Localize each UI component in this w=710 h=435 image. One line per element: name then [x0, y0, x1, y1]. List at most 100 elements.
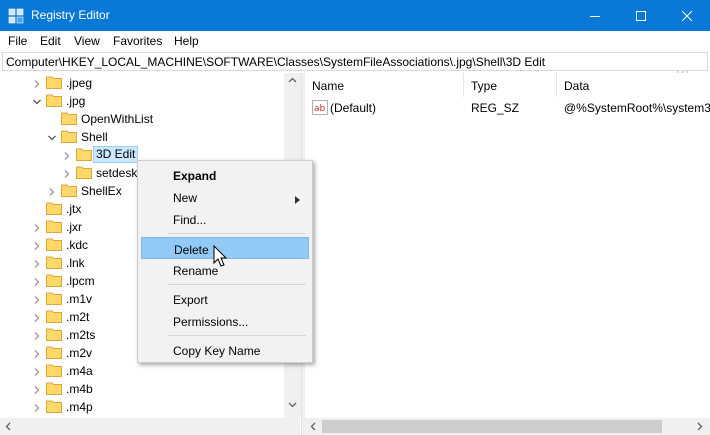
chevron-down-icon[interactable]: [32, 96, 42, 106]
scroll-down-icon[interactable]: [288, 402, 297, 408]
folder-icon: [61, 184, 77, 197]
scroll-up-icon[interactable]: [288, 77, 297, 83]
folder-icon: [46, 256, 62, 269]
scroll-left-icon[interactable]: [310, 422, 316, 431]
column-header-name[interactable]: Name: [305, 73, 464, 97]
chevron-right-icon[interactable]: [32, 366, 42, 376]
address-bar[interactable]: Computer\HKEY_LOCAL_MACHINE\SOFTWARE\Cla…: [2, 52, 708, 71]
chevron-right-icon[interactable]: [32, 78, 42, 88]
chevron-right-icon[interactable]: [32, 402, 42, 412]
folder-icon: [46, 274, 62, 287]
chevron-down-icon[interactable]: [47, 132, 57, 142]
tree-item[interactable]: .jpeg: [0, 74, 290, 92]
tree-item[interactable]: .m4a: [0, 362, 290, 380]
tree-item-label: .jpg: [66, 94, 86, 108]
chevron-right-icon[interactable]: [32, 258, 42, 268]
menu-item-label: Delete: [174, 243, 209, 257]
string-value-icon: ab: [312, 100, 328, 115]
chevron-right-icon[interactable]: [62, 168, 72, 178]
folder-icon: [46, 94, 62, 107]
folder-icon: [46, 400, 62, 413]
values-list: Name Type Data ab (Default) REG_SZ @%Sys…: [305, 73, 710, 418]
close-button[interactable]: [664, 0, 710, 31]
menu-item-label: Copy Key Name: [173, 344, 261, 358]
tree-item-label: .m4p: [66, 400, 93, 414]
list-horizontal-scrollbar[interactable]: [305, 418, 710, 435]
maximize-button[interactable]: [618, 0, 664, 31]
scroll-right-icon[interactable]: [697, 422, 703, 431]
tree-item[interactable]: .m4p: [0, 398, 290, 416]
chevron-right-icon[interactable]: [32, 276, 42, 286]
folder-icon: [61, 130, 77, 143]
tree-item[interactable]: Shell: [0, 128, 290, 146]
tree-item-label: .jpeg: [66, 76, 93, 90]
tree-item-label: .jxr: [66, 220, 82, 234]
menu-file[interactable]: File: [8, 34, 27, 48]
menu-help[interactable]: Help: [174, 34, 199, 48]
folder-icon: [46, 76, 62, 89]
tree-item-label: .m4b: [66, 382, 93, 396]
menu-separator: [168, 284, 306, 285]
menu-item-label: Expand: [173, 169, 217, 183]
chevron-right-icon[interactable]: [32, 330, 42, 340]
scroll-thumb[interactable]: [322, 420, 662, 433]
tree-horizontal-scrollbar[interactable]: [0, 418, 300, 435]
tree-item-label: .lnk: [66, 256, 85, 270]
menu-item-find[interactable]: Find...: [141, 208, 309, 230]
svg-text:ab: ab: [314, 104, 326, 114]
chevron-right-icon[interactable]: [32, 384, 42, 394]
folder-icon: [46, 220, 62, 233]
minimize-icon: [590, 15, 600, 17]
value-row[interactable]: ab (Default) REG_SZ @%SystemRoot%\system…: [305, 98, 710, 118]
menu-item-new[interactable]: New: [141, 186, 309, 208]
folder-icon: [46, 328, 62, 341]
regedit-app-icon: [8, 8, 24, 24]
menu-separator: [168, 233, 306, 234]
tree-item[interactable]: .m4b: [0, 380, 290, 398]
menu-item-copy-key-name[interactable]: Copy Key Name: [141, 339, 309, 361]
folder-icon: [76, 166, 92, 179]
tree-item-label: 3D Edit: [93, 146, 139, 163]
tree-item-label: .m2v: [66, 346, 93, 360]
menu-item-label: Find...: [173, 213, 207, 227]
chevron-right-icon[interactable]: [62, 150, 72, 160]
maximize-icon: [636, 10, 646, 21]
menu-item-export[interactable]: Export: [141, 288, 309, 310]
tree-item[interactable]: .jpg: [0, 92, 290, 110]
tree-item-label: .lpcm: [66, 274, 95, 288]
tree-item-label: Shell: [81, 130, 108, 144]
menu-item-permissions[interactable]: Permissions...: [141, 310, 309, 332]
title-bar[interactable]: Registry Editor: [0, 0, 710, 31]
chevron-right-icon[interactable]: [32, 294, 42, 304]
folder-icon: [46, 310, 62, 323]
column-header-data[interactable]: Data: [557, 73, 710, 97]
folder-icon: [76, 148, 92, 161]
menu-item-label: Export: [173, 293, 208, 307]
tree-item-label: .m2ts: [66, 328, 96, 342]
tree-item-label: .m1v: [66, 292, 93, 306]
mouse-pointer-icon: [213, 245, 228, 267]
folder-icon: [46, 364, 62, 377]
tree-item-label: .m2t: [66, 310, 90, 324]
menu-item-label: Rename: [173, 264, 219, 278]
menu-edit[interactable]: Edit: [40, 34, 61, 48]
value-name: (Default): [330, 101, 377, 115]
close-icon: [682, 10, 692, 21]
menu-favorites[interactable]: Favorites: [113, 34, 162, 48]
chevron-right-icon[interactable]: [47, 186, 57, 196]
folder-icon: [46, 202, 62, 215]
menu-item-expand[interactable]: Expand: [141, 164, 309, 186]
folder-icon: [46, 238, 62, 251]
tree-item-label: setdesk: [96, 166, 138, 180]
chevron-right-icon[interactable]: [32, 312, 42, 322]
chevron-right-icon[interactable]: [32, 222, 42, 232]
chevron-right-icon[interactable]: [32, 240, 42, 250]
menu-view[interactable]: View: [74, 34, 100, 48]
tree-item[interactable]: OpenWithList: [0, 110, 290, 128]
scroll-left-icon[interactable]: [5, 422, 11, 431]
chevron-right-icon: [295, 193, 300, 207]
tree-item-label: .m4a: [66, 364, 93, 378]
chevron-right-icon[interactable]: [32, 348, 42, 358]
column-header-type[interactable]: Type: [464, 73, 557, 97]
minimize-button[interactable]: [572, 0, 618, 31]
